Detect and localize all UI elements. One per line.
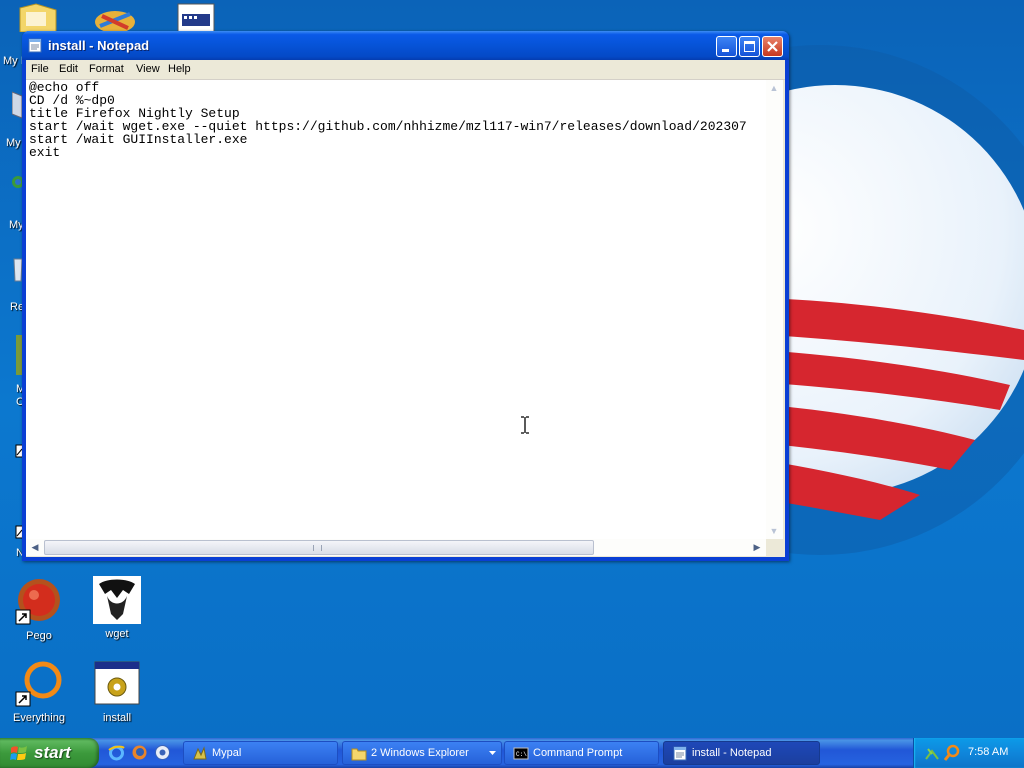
desktop-icon-label: wget <box>105 628 129 640</box>
desktop-icon-label: Everything <box>13 712 65 724</box>
taskbar-item-label: Command Prompt <box>533 747 623 759</box>
my-documents-icon[interactable] <box>16 2 60 33</box>
desktop-icon-everything[interactable]: Everything <box>0 660 78 724</box>
file-icon[interactable] <box>176 2 216 33</box>
chevron-down-icon <box>489 751 496 755</box>
minimize-button[interactable] <box>716 36 737 57</box>
text-line: exit <box>29 145 61 160</box>
desktop-icon-install[interactable]: install <box>78 660 156 724</box>
folder-icon <box>351 746 367 761</box>
window-titlebar[interactable]: install - Notepad <box>22 31 789 60</box>
clock: 7:58 AM <box>968 746 1009 758</box>
close-button[interactable] <box>762 36 783 57</box>
text-editor[interactable]: @echo off CD /d %~dp0 title Firefox Nigh… <box>26 80 766 539</box>
vertical-scrollbar[interactable]: ▲ ▼ <box>766 80 783 539</box>
pego-icon <box>15 578 63 626</box>
network-icon[interactable] <box>924 745 940 761</box>
desktop-icon-label: install <box>102 712 132 724</box>
maximize-icon <box>744 41 755 52</box>
minimize-icon <box>722 49 729 52</box>
wget-icon <box>93 576 141 624</box>
taskbar-item-notepad[interactable]: install - Notepad <box>663 741 820 765</box>
menu-help[interactable]: Help <box>168 63 191 75</box>
taskbar-item-label: 2 Windows Explorer <box>371 747 469 759</box>
taskbar-item-label: Mypal <box>212 747 242 759</box>
taskbar: start Mypal 2 Windows Explorer C:\ Comma… <box>0 738 1024 768</box>
scroll-up-icon[interactable]: ▲ <box>766 80 782 96</box>
firefox-icon[interactable] <box>131 744 148 761</box>
size-grip[interactable] <box>766 539 783 556</box>
menu-bar: File Edit Format View Help <box>26 60 785 80</box>
desktop-icon-label: Pego <box>26 630 52 642</box>
notepad-window[interactable]: install - Notepad File Edit Format View … <box>22 31 789 561</box>
maximize-button[interactable] <box>739 36 760 57</box>
taskbar-item-command-prompt[interactable]: C:\ Command Prompt <box>504 741 659 765</box>
media-icon[interactable] <box>154 744 171 761</box>
menu-format[interactable]: Format <box>89 63 124 75</box>
taskbar-item-windows-explorer[interactable]: 2 Windows Explorer <box>342 741 502 765</box>
text-line: start /wait GUIInstaller.exe <box>29 132 248 147</box>
scroll-right-icon[interactable]: ▶ <box>749 539 765 555</box>
horizontal-scrollbar[interactable]: ◀ ▶ <box>26 539 766 556</box>
window-client: File Edit Format View Help @echo off CD … <box>26 60 785 557</box>
text-cursor-icon <box>520 416 530 434</box>
system-tray: 7:58 AM <box>913 738 1024 768</box>
office-icon[interactable] <box>92 8 138 33</box>
desktop-partial-label: My I <box>3 55 24 67</box>
start-label: start <box>34 743 71 762</box>
menu-file[interactable]: File <box>31 63 49 75</box>
mypal-icon <box>192 746 208 761</box>
search-icon[interactable] <box>943 744 960 762</box>
everything-icon <box>15 660 63 708</box>
menu-view[interactable]: View <box>136 63 160 75</box>
desktop-icon-pego[interactable]: Pego <box>0 578 78 642</box>
notepad-icon <box>672 746 688 761</box>
menu-edit[interactable]: Edit <box>59 63 78 75</box>
batch-file-icon <box>93 660 141 708</box>
taskbar-item-mypal[interactable]: Mypal <box>183 741 338 765</box>
scroll-left-icon[interactable]: ◀ <box>27 539 43 555</box>
scroll-down-icon[interactable]: ▼ <box>766 523 782 539</box>
notepad-icon <box>28 38 42 53</box>
desktop-partial-label: My <box>6 137 21 149</box>
start-button[interactable]: start <box>0 738 99 768</box>
internet-explorer-icon[interactable] <box>108 744 125 761</box>
horizontal-scroll-thumb[interactable] <box>44 540 594 555</box>
cmd-icon: C:\ <box>513 746 529 761</box>
taskbar-item-label: install - Notepad <box>692 747 772 759</box>
close-icon <box>767 41 778 52</box>
svg-text:C:\: C:\ <box>516 751 527 758</box>
desktop-icon-wget[interactable]: wget <box>78 576 156 640</box>
window-title: install - Notepad <box>48 38 150 53</box>
windows-logo-icon <box>10 745 28 762</box>
